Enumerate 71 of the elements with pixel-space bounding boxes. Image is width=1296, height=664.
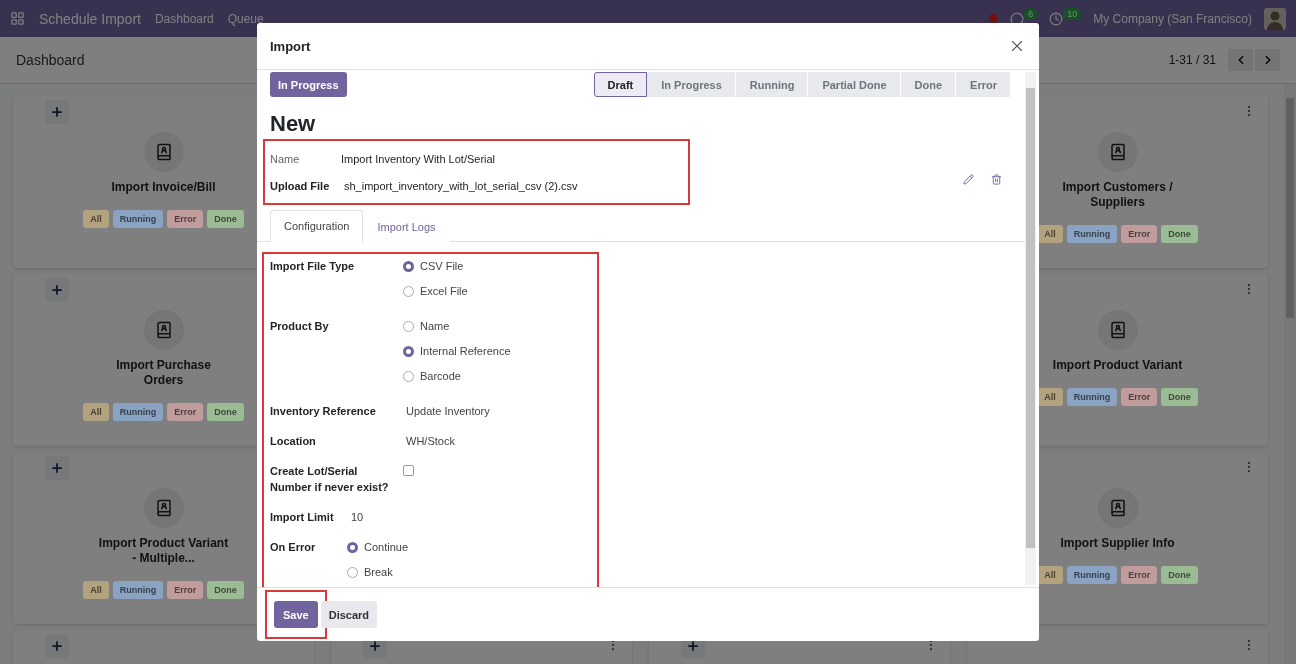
field-label: On Error: [270, 540, 317, 555]
status-filter[interactable]: Running: [112, 403, 164, 421]
status-filter[interactable]: Running: [1066, 566, 1118, 584]
status-filter[interactable]: Running: [112, 210, 164, 228]
discard-button[interactable]: Discard: [320, 601, 378, 628]
save-button[interactable]: Save: [274, 601, 318, 628]
menu-item[interactable]: Dashboard: [154, 11, 214, 26]
status-filter[interactable]: Done: [1161, 388, 1198, 406]
field-value[interactable]: Update Inventory: [403, 403, 490, 419]
field-value[interactable]: Import Inventory With Lot/Serial: [341, 152, 496, 165]
radio-option[interactable]: Excel File: [403, 283, 468, 299]
field-label: Import File Type: [270, 259, 356, 274]
record-title: New: [270, 110, 317, 138]
card-title: Import Invoice/Bill: [110, 180, 217, 195]
notification-count: 6: [1024, 7, 1038, 20]
field-label: Import Limit: [270, 510, 335, 525]
stage-button[interactable]: Draft: [593, 72, 648, 97]
radio-option[interactable]: CSV File: [403, 258, 468, 274]
status-filter[interactable]: Done: [207, 210, 244, 228]
company-name[interactable]: My Company (San Francisco): [1093, 11, 1252, 26]
radio-option[interactable]: Continue: [347, 539, 409, 555]
status-filter[interactable]: Done: [207, 581, 244, 599]
status-filter[interactable]: All: [83, 210, 109, 228]
menu-item[interactable]: Queue: [227, 11, 264, 26]
radio-option[interactable]: Barcode: [403, 368, 511, 384]
field-label: Create Lot/Serial Number if never exist?: [270, 464, 390, 495]
status-filter[interactable]: Error: [167, 581, 204, 599]
field-label: Product By: [270, 319, 330, 334]
field-label: Name: [270, 152, 301, 165]
status-filter[interactable]: Error: [167, 210, 204, 228]
status-filter[interactable]: Running: [112, 581, 164, 599]
field-value[interactable]: 10: [347, 509, 364, 525]
status-filter[interactable]: Error: [1121, 225, 1158, 243]
status-filter[interactable]: Done: [1161, 566, 1198, 584]
card-title: Import Product Variant - Multiple...: [98, 536, 229, 566]
radio-option[interactable]: Internal Reference: [403, 343, 511, 359]
field-label: Location: [270, 434, 317, 449]
app-name[interactable]: Schedule Import: [39, 10, 141, 27]
stage-button[interactable]: Partial Done: [808, 72, 901, 97]
status-filter[interactable]: Error: [1121, 566, 1158, 584]
status-filter[interactable]: Running: [1066, 225, 1118, 243]
field-value[interactable]: WH/Stock: [403, 433, 455, 449]
status-filter[interactable]: All: [1037, 388, 1063, 406]
tab[interactable]: Configuration: [270, 210, 364, 242]
status-filter[interactable]: All: [1037, 225, 1063, 243]
field-label: Inventory Reference: [270, 404, 377, 419]
status-filter[interactable]: Done: [1161, 225, 1198, 243]
status-filter[interactable]: All: [83, 581, 109, 599]
status-filter[interactable]: Error: [167, 403, 204, 421]
status-filter[interactable]: All: [1037, 566, 1063, 584]
breadcrumb: Dashboard: [16, 52, 85, 68]
notification-count: 10: [1063, 7, 1082, 20]
field-label: Upload File: [270, 179, 331, 192]
card-title: Import Product Variant: [1052, 358, 1183, 373]
stage-button[interactable]: Running: [735, 72, 809, 97]
dialog-title: Import: [270, 38, 311, 54]
file-name: sh_import_inventory_with_lot_serial_csv (2).csv: [343, 179, 578, 192]
status-filter[interactable]: Error: [1121, 388, 1158, 406]
radio-option[interactable]: Name: [403, 318, 511, 334]
status-filter[interactable]: Running: [1066, 388, 1118, 406]
card-title: Import Customers / Suppliers: [1061, 180, 1174, 210]
stage-button[interactable]: Error: [956, 72, 1011, 97]
stage-button[interactable]: Done: [900, 72, 957, 97]
radio-option[interactable]: Break: [347, 564, 409, 580]
pager-value[interactable]: 1-31 / 31: [1168, 53, 1216, 67]
stage-button[interactable]: In Progress: [647, 72, 736, 97]
card-title: Import Purchase Orders: [115, 358, 212, 388]
card-title: Import Supplier Info: [1059, 536, 1176, 551]
status-filter[interactable]: All: [83, 403, 109, 421]
action-button[interactable]: In Progress: [270, 72, 347, 97]
status-filter[interactable]: Done: [207, 403, 244, 421]
